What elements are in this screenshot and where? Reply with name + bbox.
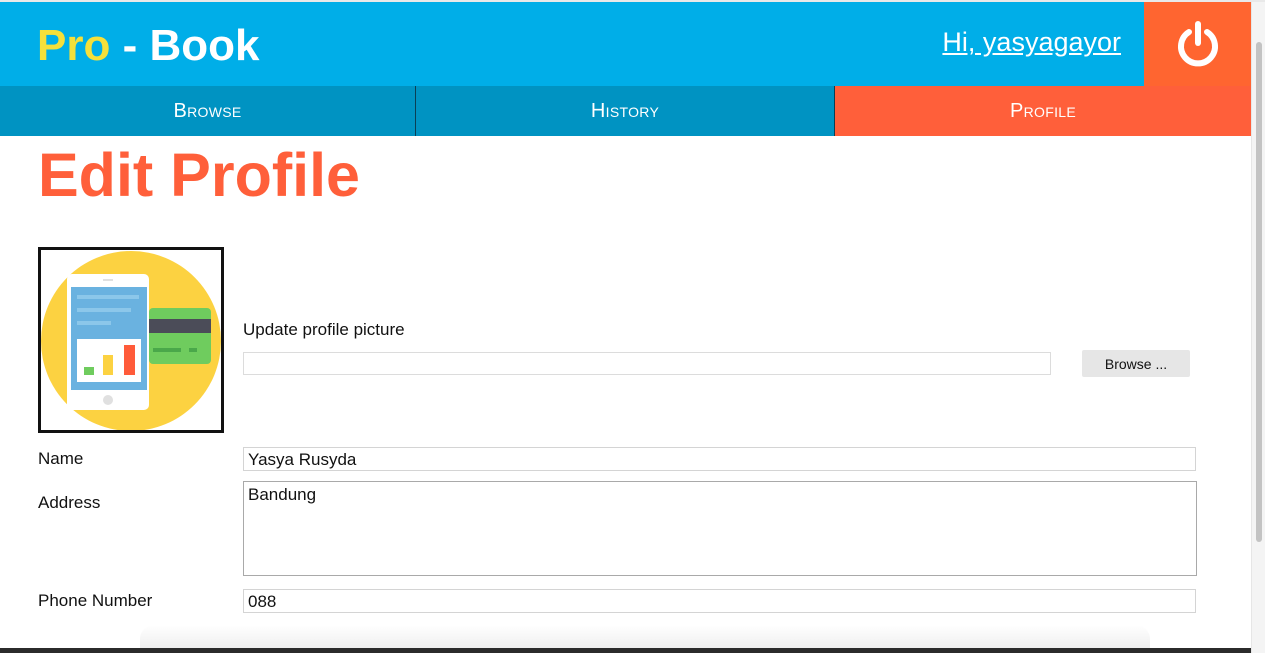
address-label: Address [38,493,101,512]
scrollbar[interactable] [1251,2,1265,653]
app-logo: Pro - Book [37,22,259,70]
scrollbar-thumb[interactable] [1256,42,1262,542]
profile-picture [38,247,224,433]
tab-profile[interactable]: Profile [835,86,1251,136]
name-input[interactable]: Yasya Rusyda [243,447,1196,471]
user-greeting-link[interactable]: Hi, yasyagayor [942,26,1121,58]
header-bar: Pro - Book Hi, yasyagayor [0,2,1144,86]
logout-button[interactable] [1144,2,1251,86]
tab-browse[interactable]: Browse [0,86,416,136]
logo-pro-text: Pro [37,21,111,70]
tab-history[interactable]: History [416,86,835,136]
phone-label: Phone Number [38,591,153,610]
phone-input[interactable]: 088 [243,589,1196,613]
name-label: Name [38,449,84,468]
main-nav: Browse History Profile [0,86,1251,136]
logo-book-text: - Book [110,21,260,70]
browse-file-button[interactable]: Browse ... [1082,350,1190,377]
update-picture-label: Update profile picture [243,320,405,339]
address-textarea[interactable]: Bandung [243,481,1197,576]
page-title: Edit Profile [38,141,360,209]
power-icon [1177,21,1218,67]
page: Pro - Book Hi, yasyagayor Browse History… [0,0,1265,653]
bottom-edge [0,648,1251,653]
tablet-chart-card-icon [41,251,221,430]
file-path-input[interactable] [243,352,1051,375]
